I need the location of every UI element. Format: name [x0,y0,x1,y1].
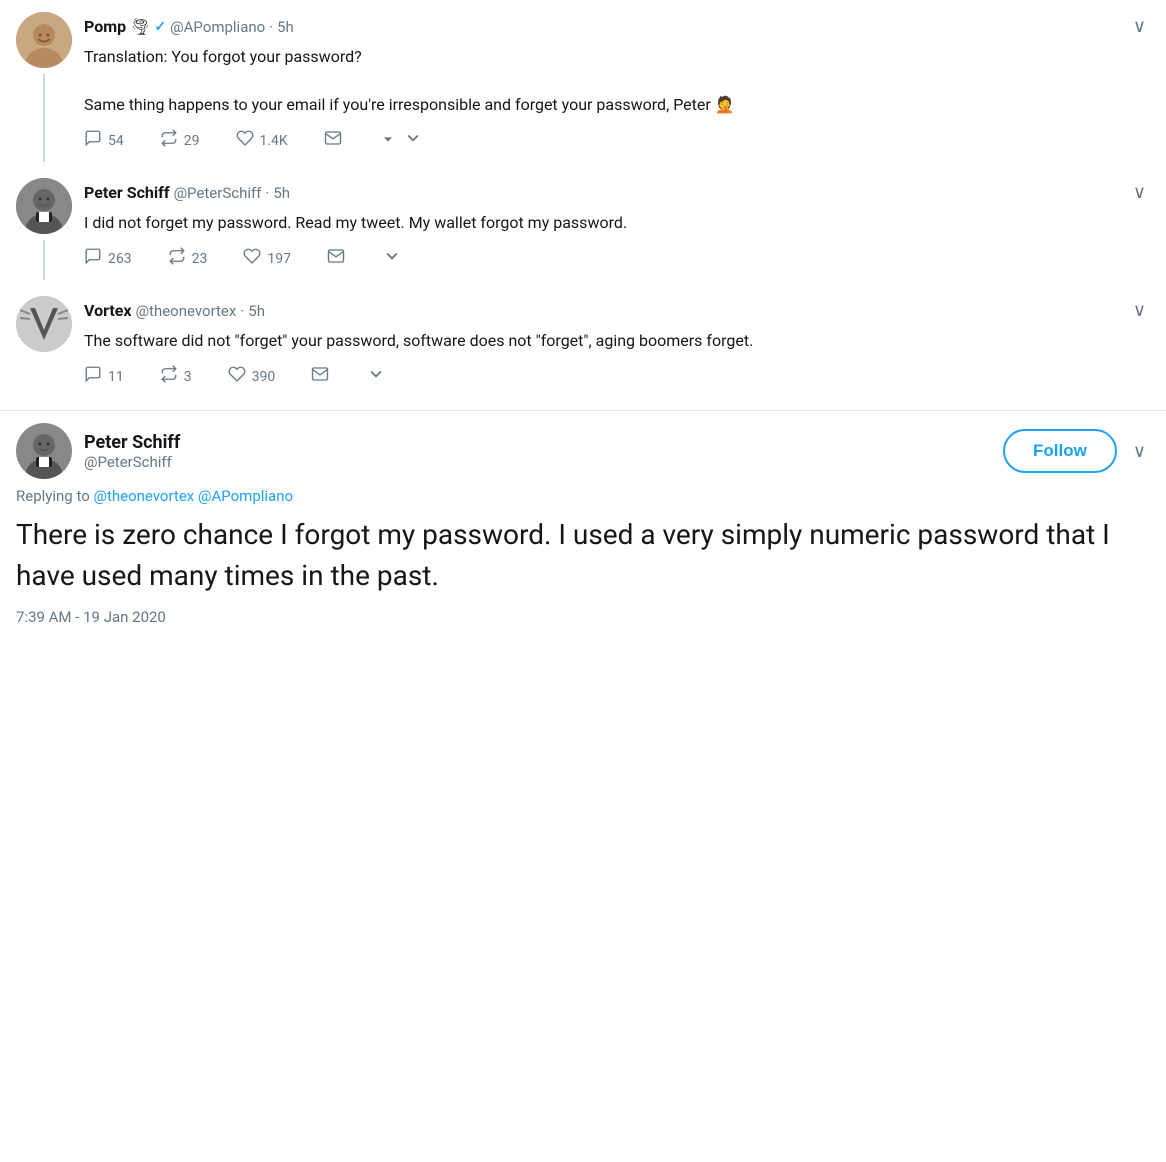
like-icon-vortex [228,365,246,388]
tweet-actions-vortex: 11 3 390 [84,363,1150,390]
tweet-header-pomp: Pomp 🌪 ✓ @APompliano · 5h ∨ [84,12,1150,41]
thread-line-peter1 [43,240,45,280]
big-tweet-text: There is zero chance I forgot my passwor… [16,515,1150,596]
like-count-peter1: 197 [267,251,291,267]
username-vortex: @theonevortex [136,302,237,320]
bottom-username: @PeterSchiff [84,453,180,471]
avatar-pomp[interactable] [16,12,72,68]
follow-button[interactable]: Follow [1003,429,1117,473]
retweet-icon-vortex [160,365,178,388]
retweet-action-pomp[interactable]: 29 [160,129,200,152]
emoji-tornado: 🌪 [130,17,150,36]
avatar-col-vortex [16,296,72,398]
display-name-pomp: Pomp [84,17,126,36]
tweet-header-vortex: Vortex @theonevortex · 5h ∨ [84,296,1150,325]
bottom-tweet: Peter Schiff @PeterSchiff Follow ∨ Reply… [0,410,1166,638]
more-icon-vortex [365,363,387,390]
more-icon-peter1 [381,245,403,272]
like-icon-peter1 [243,247,261,270]
like-action-vortex[interactable]: 390 [228,365,276,388]
reply-to-line: Replying to @theonevortex @APompliano [16,487,1150,505]
display-name-vortex: Vortex [84,301,132,320]
retweet-count-vortex: 3 [184,369,192,385]
thread-line-pomp [43,74,45,162]
time-peter1: 5h [273,184,290,202]
dm-action-peter1[interactable] [327,247,345,270]
chevron-peter1[interactable]: ∨ [1129,178,1150,207]
reply-count-pomp: 54 [108,133,124,149]
retweet-count-pomp: 29 [184,133,200,149]
more-action-pomp[interactable] [378,127,424,154]
more-icon-pomp [378,127,424,154]
bottom-user-info: Peter Schiff @PeterSchiff [84,432,180,471]
more-action-peter1[interactable] [381,245,403,272]
dm-icon-peter1 [327,247,345,270]
retweet-count-peter1: 23 [192,251,208,267]
dm-icon-vortex [311,365,329,388]
tweet-content-pomp: Pomp 🌪 ✓ @APompliano · 5h ∨ Translation:… [84,12,1150,162]
time-vortex: 5h [248,302,265,320]
like-action-pomp[interactable]: 1.4K [236,129,288,152]
avatar-col-pomp [16,12,72,162]
tweet-pomp: Pomp 🌪 ✓ @APompliano · 5h ∨ Translation:… [16,12,1150,174]
reply-action-vortex[interactable]: 11 [84,365,124,388]
display-name-peter1: Peter Schiff [84,183,170,202]
like-action-peter1[interactable]: 197 [243,247,291,270]
dm-icon-pomp [324,129,342,152]
like-count-vortex: 390 [252,369,276,385]
bottom-tweet-header: Peter Schiff @PeterSchiff Follow ∨ [16,423,1150,479]
retweet-icon-pomp [160,129,178,152]
reply-count-vortex: 11 [108,369,124,385]
tweet-header-peter1: Peter Schiff @PeterSchiff · 5h ∨ [84,178,1150,207]
reply-to-user-1[interactable]: @theonevortex [93,487,194,505]
retweet-icon-peter1 [168,247,186,270]
tweet-text-peter1: I did not forget my password. Read my tw… [84,211,1150,235]
tweet-timestamp: 7:39 AM - 19 Jan 2020 [16,608,1150,626]
chevron-pomp[interactable]: ∨ [1129,12,1150,41]
avatar-vortex[interactable] [16,296,72,352]
verified-icon-pomp: ✓ [154,19,166,35]
bottom-tweet-user: Peter Schiff @PeterSchiff [16,423,180,479]
tweet-text-pomp: Translation: You forgot your password? S… [84,45,1150,117]
tweet-content-vortex: Vortex @theonevortex · 5h ∨ The software… [84,296,1150,398]
dm-action-pomp[interactable] [324,129,342,152]
chevron-bottom[interactable]: ∨ [1129,437,1150,466]
tweet-header-left-pomp: Pomp 🌪 ✓ @APompliano · 5h [84,17,294,36]
tweet-peter-1: Peter Schiff @PeterSchiff · 5h ∨ I did n… [16,174,1150,292]
reply-action-pomp[interactable]: 54 [84,129,124,152]
reply-icon-pomp [84,129,102,152]
reply-icon-peter1 [84,247,102,270]
more-action-vortex[interactable] [365,363,387,390]
chevron-vortex[interactable]: ∨ [1129,296,1150,325]
reply-icon-vortex [84,365,102,388]
retweet-action-vortex[interactable]: 3 [160,365,192,388]
dm-action-vortex[interactable] [311,365,329,388]
username-pomp: @APompliano [170,18,265,36]
tweet-header-left-vortex: Vortex @theonevortex · 5h [84,301,265,320]
retweet-action-peter1[interactable]: 23 [168,247,208,270]
tweet-actions-pomp: 54 29 1.4K [84,127,1150,154]
avatar-col-peter1 [16,178,72,280]
tweet-text-vortex: The software did not "forget" your passw… [84,329,1150,353]
username-peter1: @PeterSchiff [174,184,262,202]
tweet-vortex: Vortex @theonevortex · 5h ∨ The software… [16,292,1150,410]
tweet-actions-peter1: 263 23 197 [84,245,1150,272]
tweet-header-left-peter1: Peter Schiff @PeterSchiff · 5h [84,183,290,202]
reply-to-text: Replying to [16,487,93,505]
reply-count-peter1: 263 [108,251,132,267]
tweet-content-peter1: Peter Schiff @PeterSchiff · 5h ∨ I did n… [84,178,1150,280]
bottom-display-name: Peter Schiff [84,432,180,453]
reply-action-peter1[interactable]: 263 [84,247,132,270]
tweet-thread: Pomp 🌪 ✓ @APompliano · 5h ∨ Translation:… [0,0,1166,410]
reply-to-user-2[interactable]: @APompliano [198,487,293,505]
avatar-peter-bottom[interactable] [16,423,72,479]
like-count-pomp: 1.4K [260,133,288,149]
time-pomp: 5h [277,18,294,36]
avatar-peter1[interactable] [16,178,72,234]
like-icon-pomp [236,129,254,152]
